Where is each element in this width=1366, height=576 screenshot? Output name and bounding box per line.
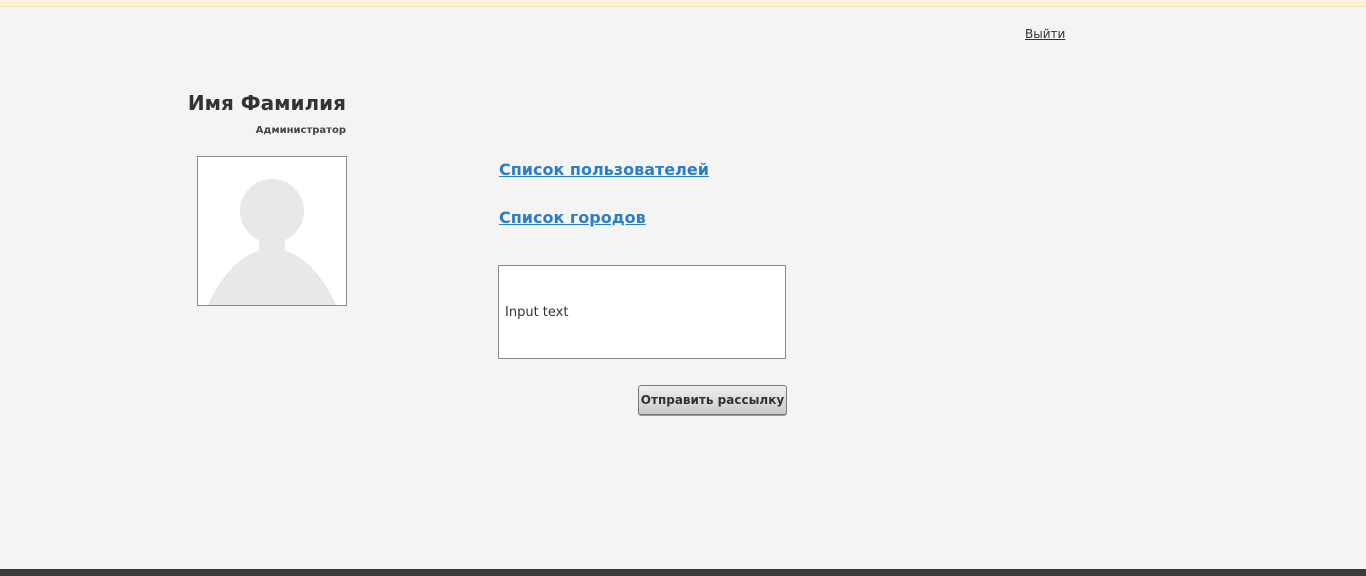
logout-link[interactable]: Выйти [1025,27,1065,41]
avatar [197,156,347,306]
bottom-bar [0,569,1366,576]
user-silhouette-icon [198,157,346,305]
user-name: Имя Фамилия [187,91,346,115]
send-mailing-button[interactable]: Отправить рассылку [638,385,787,415]
mailing-text-input[interactable] [498,265,786,359]
cities-list-link[interactable]: Список городов [499,208,646,227]
user-role: Администратор [255,125,346,136]
top-notification-strip [0,0,1366,7]
users-list-link[interactable]: Список пользователей [499,160,709,179]
